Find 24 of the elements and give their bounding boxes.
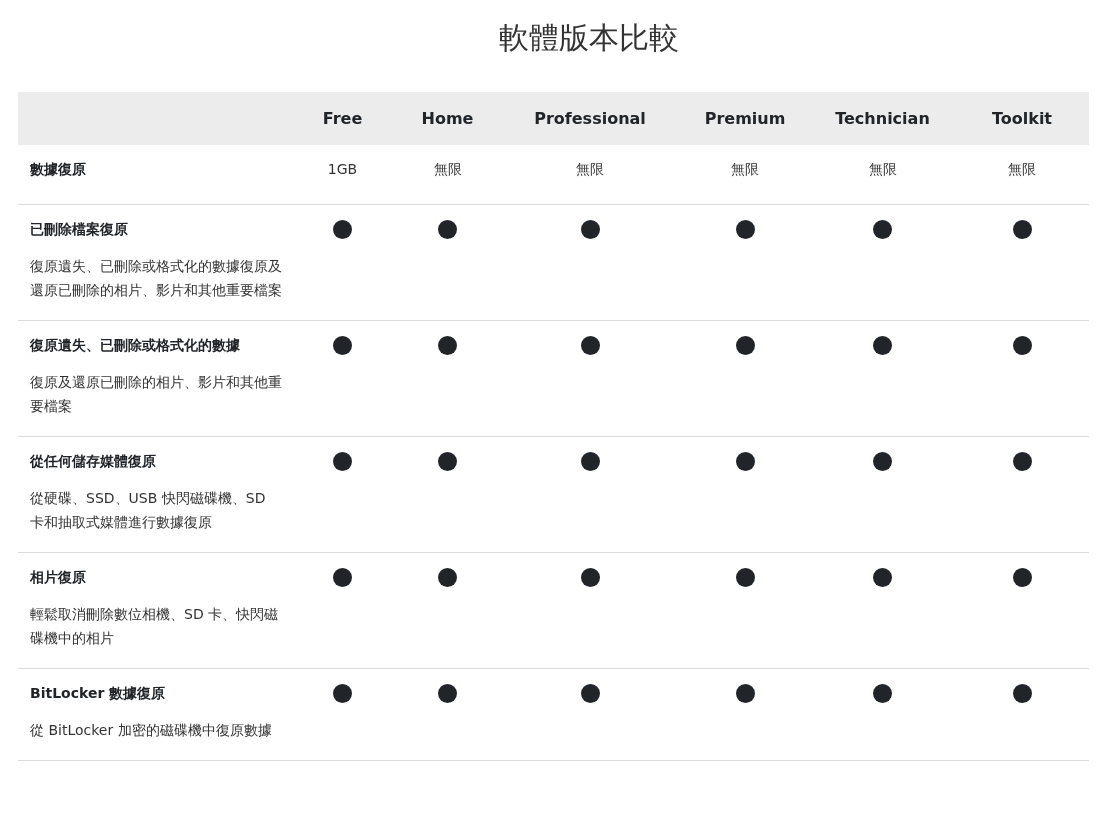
table-cell: 無限 xyxy=(868,161,897,177)
feature-description: 輕鬆取消刪除數位相機、SD 卡、快閃磁碟機中的相片 xyxy=(29,605,280,648)
feature-description: 復原遺失、已刪除或格式化的數據復原及還原已刪除的相片、影片和其他重要檔案 xyxy=(29,257,283,300)
table-cell: 1GB xyxy=(327,161,358,177)
column-header: Toolkit xyxy=(991,107,1053,130)
column-header: Professional xyxy=(533,107,647,130)
column-header: Free xyxy=(321,107,364,130)
feature-description: 從硬碟、SSD、USB 快閃磁碟機、SD 卡和抽取式媒體進行數據復原 xyxy=(29,489,267,532)
feature-title: 數據復原 xyxy=(29,160,87,179)
feature-title: 從任何儲存媒體復原 xyxy=(29,452,157,471)
column-header: Home xyxy=(420,107,475,130)
feature-title: 已刪除檔案復原 xyxy=(29,220,129,239)
feature-title: 相片復原 xyxy=(29,568,87,587)
feature-description: 復原及還原已刪除的相片、影片和其他重要檔案 xyxy=(29,373,283,416)
feature-description: 從 BitLocker 加密的磁碟機中復原數據 xyxy=(29,721,273,740)
feature-title: BitLocker 數據復原 xyxy=(29,684,167,703)
table-cell: 無限 xyxy=(1008,161,1036,177)
column-header: Premium xyxy=(703,107,787,130)
table-cell: 無限 xyxy=(433,161,462,177)
column-header: Technician xyxy=(834,107,931,130)
table-cell: 無限 xyxy=(731,161,759,177)
feature-title: 復原遺失、已刪除或格式化的數據 xyxy=(29,336,241,355)
table-cell: 無限 xyxy=(576,161,604,177)
page-title: 軟體版本比較 xyxy=(497,19,680,57)
